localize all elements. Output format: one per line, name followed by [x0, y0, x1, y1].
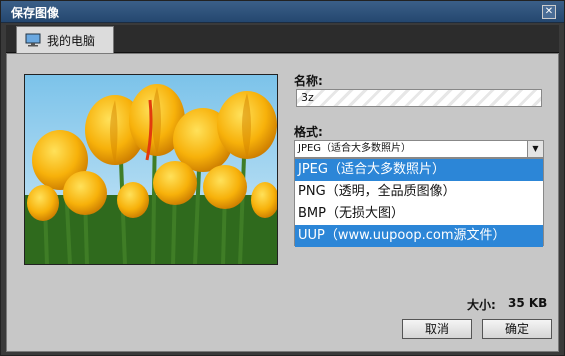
tulip-photo [25, 75, 277, 264]
name-label: 名称: [294, 74, 323, 88]
tab-my-computer[interactable]: 我的电脑 [16, 26, 114, 53]
format-selected-value: JPEG（适合大多数照片） [298, 143, 412, 154]
computer-icon [25, 33, 41, 47]
ok-button[interactable]: 确定 [482, 319, 552, 339]
size-label: 大小: [467, 298, 496, 312]
save-image-dialog: 保存图像 ✕ 我的电脑 名称: 3z 格式: JPEG（适合大多数照片） ▼ J… [0, 0, 565, 356]
format-option-jpeg[interactable]: JPEG（适合大多数照片） [295, 159, 543, 181]
chevron-down-icon[interactable]: ▼ [527, 141, 543, 157]
tab-bar: 我的电脑 [6, 25, 559, 53]
title-bar: 保存图像 ✕ [1, 1, 564, 23]
format-dropdown: JPEG（适合大多数照片） PNG（透明，全品质图像） BMP（无损大图） UU… [294, 158, 544, 247]
format-label: 格式: [294, 125, 323, 139]
tab-label: 我的电脑 [47, 34, 96, 48]
image-preview [24, 74, 278, 265]
format-option-bmp[interactable]: BMP（无损大图） [295, 203, 543, 225]
name-input[interactable]: 3z [296, 89, 542, 107]
format-select[interactable]: JPEG（适合大多数照片） ▼ [294, 140, 544, 158]
cancel-button[interactable]: 取消 [402, 319, 472, 339]
content-panel: 名称: 3z 格式: JPEG（适合大多数照片） ▼ JPEG（适合大多数照片）… [6, 53, 559, 352]
window-title: 保存图像 [11, 6, 60, 20]
format-option-uup[interactable]: UUP（www.uupoop.com源文件） [295, 225, 543, 247]
format-option-png[interactable]: PNG（透明，全品质图像） [295, 181, 543, 203]
size-value: 35 KB [508, 296, 548, 310]
close-icon[interactable]: ✕ [542, 5, 556, 19]
